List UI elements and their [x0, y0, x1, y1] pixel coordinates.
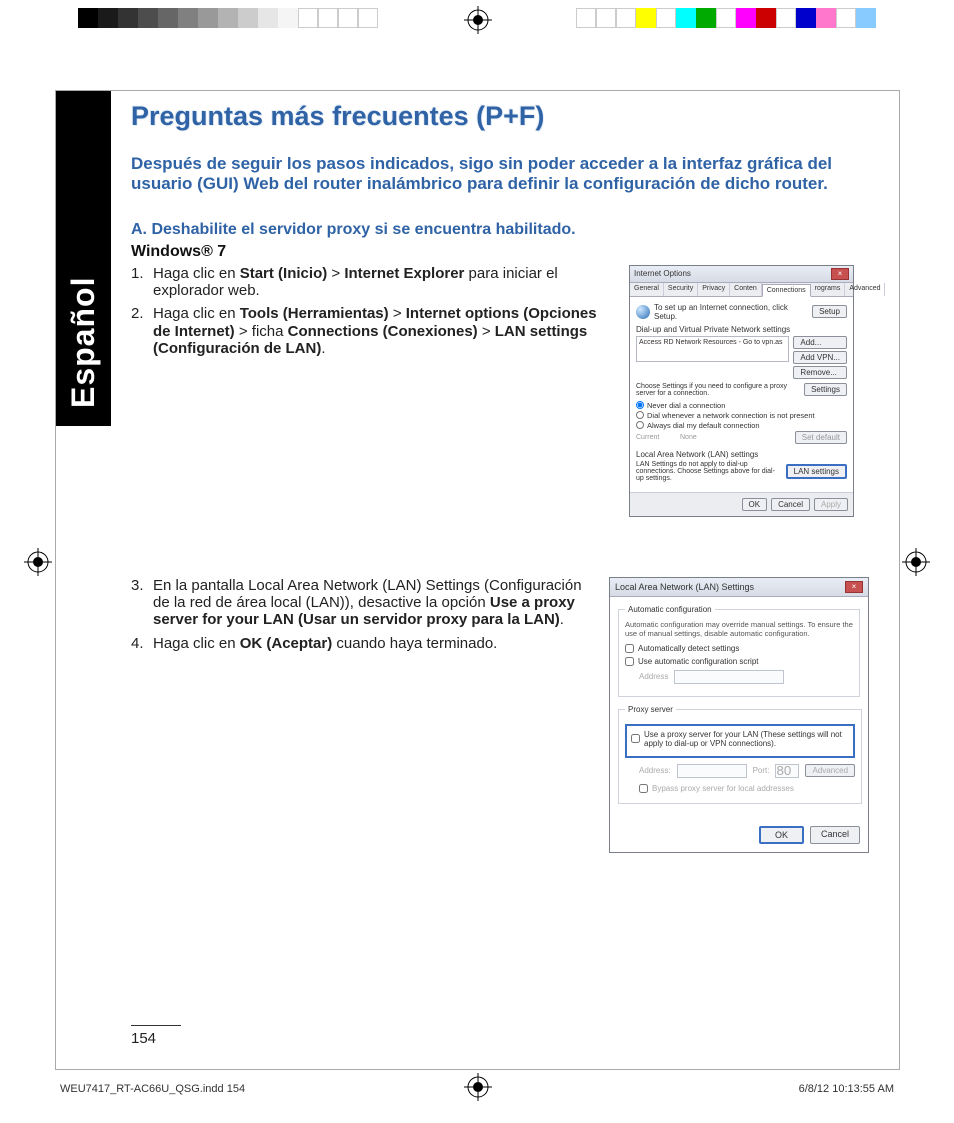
vpn-list-entry[interactable]: Access RD Network Resources - Go to vpn.… — [639, 339, 783, 359]
checkbox-use-proxy[interactable] — [631, 734, 640, 743]
lan-hint: LAN Settings do not apply to dial-up con… — [636, 461, 782, 482]
list-item: 4. Haga clic en OK (Aceptar) cuando haya… — [131, 635, 593, 652]
setup-text: To set up an Internet connection, click … — [654, 303, 808, 321]
globe-icon — [636, 305, 650, 319]
tab-programs[interactable]: rograms — [811, 283, 846, 296]
lan-settings-button[interactable]: LAN settings — [786, 464, 847, 479]
checkbox-bypass-local[interactable] — [639, 784, 648, 793]
screenshot-internet-options: Internet Options × General Security Priv… — [629, 265, 854, 517]
tab-strip: General Security Privacy Conten Connecti… — [630, 283, 853, 297]
list-item: 2. Haga clic en Tools (Herramientas) > I… — [131, 305, 613, 357]
print-color-bar — [78, 8, 378, 28]
tab-connections[interactable]: Connections — [762, 284, 811, 297]
registration-mark-top — [464, 6, 492, 34]
list-item: 1. Haga clic en Start (Inicio) > Interne… — [131, 265, 613, 300]
tab-general[interactable]: General — [630, 283, 664, 296]
registration-mark-right — [902, 548, 930, 576]
group-dialup-label: Dial-up and Virtual Private Network sett… — [636, 325, 847, 334]
tab-security[interactable]: Security — [664, 283, 698, 296]
setup-button[interactable]: Setup — [812, 305, 847, 318]
instruction-list-1: 1. Haga clic en Start (Inicio) > Interne… — [131, 265, 613, 357]
ok-button[interactable]: OK — [759, 826, 804, 844]
set-default-button[interactable]: Set default — [795, 431, 847, 444]
intro-question: Después de seguir los pasos indicados, s… — [131, 154, 879, 195]
os-heading: Windows® 7 — [131, 243, 879, 261]
address-input[interactable] — [674, 670, 784, 684]
add-button[interactable]: Add... — [793, 336, 847, 349]
close-icon[interactable]: × — [831, 268, 849, 280]
step-a-heading: A. Deshabilite el servidor proxy si se e… — [131, 221, 879, 239]
group-lan-label: Local Area Network (LAN) settings — [636, 450, 847, 459]
radio-dial-when-no-net[interactable] — [636, 411, 644, 419]
checkbox-auto-detect[interactable] — [625, 644, 634, 653]
vpn-list[interactable]: Access RD Network Resources - Go to vpn.… — [636, 336, 789, 362]
group-proxy-server: Proxy server Use a proxy server for your… — [618, 705, 862, 804]
cancel-button[interactable]: Cancel — [810, 826, 860, 844]
group-automatic-config: Automatic configuration Automatic config… — [618, 605, 860, 697]
ok-button[interactable]: OK — [742, 498, 768, 511]
auto-config-text: Automatic configuration may override man… — [625, 620, 853, 638]
close-icon[interactable]: × — [845, 581, 863, 593]
proxy-address-input[interactable] — [677, 764, 747, 778]
footer-timestamp: 6/8/12 10:13:55 AM — [799, 1083, 894, 1095]
window-title: Local Area Network (LAN) Settings — [615, 582, 754, 592]
settings-button[interactable]: Settings — [804, 383, 847, 396]
cancel-button[interactable]: Cancel — [771, 498, 810, 511]
apply-button[interactable]: Apply — [814, 498, 848, 511]
tab-content[interactable]: Conten — [730, 283, 762, 296]
checkbox-auto-script[interactable] — [625, 657, 634, 666]
settings-hint: Choose Settings if you need to configure… — [636, 383, 800, 397]
page-frame: Español Preguntas más frecuentes (P+F) D… — [55, 90, 900, 1070]
radio-never-dial[interactable] — [636, 401, 644, 409]
print-color-bar-right — [576, 8, 876, 28]
instruction-list-2: 3. En la pantalla Local Area Network (LA… — [131, 577, 593, 652]
window-title: Internet Options — [634, 269, 691, 278]
page-number: 154 — [131, 1025, 181, 1047]
print-footer: WEU7417_RT-AC66U_QSG.indd 154 6/8/12 10:… — [60, 1083, 894, 1095]
registration-mark-left — [24, 548, 52, 576]
footer-filename: WEU7417_RT-AC66U_QSG.indd 154 — [60, 1083, 245, 1095]
list-item: 3. En la pantalla Local Area Network (LA… — [131, 577, 593, 629]
screenshot-lan-settings: Local Area Network (LAN) Settings × Auto… — [609, 577, 869, 853]
page-title: Preguntas más frecuentes (P+F) — [131, 101, 879, 132]
tab-advanced[interactable]: Advanced — [845, 283, 885, 296]
tab-privacy[interactable]: Privacy — [698, 283, 730, 296]
remove-button[interactable]: Remove... — [793, 366, 847, 379]
radio-always-dial[interactable] — [636, 421, 644, 429]
advanced-button[interactable]: Advanced — [805, 764, 855, 777]
language-tab: Español — [56, 91, 111, 426]
content-area: Preguntas más frecuentes (P+F) Después d… — [131, 101, 879, 853]
proxy-port-input[interactable] — [775, 764, 799, 778]
add-vpn-button[interactable]: Add VPN... — [793, 351, 847, 364]
